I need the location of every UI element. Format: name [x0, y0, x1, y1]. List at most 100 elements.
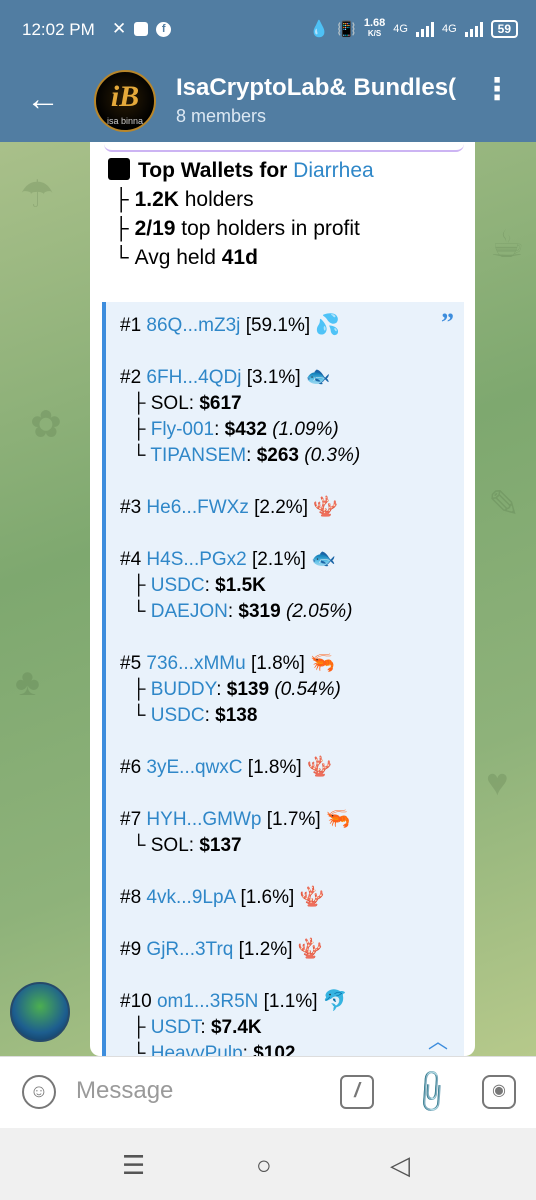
holding-token-link[interactable]: DAEJON: [151, 601, 228, 622]
wallet-tier-icon: 🪸: [299, 886, 325, 908]
token-logo-icon: [108, 158, 130, 180]
wallet-rank: #1: [120, 315, 142, 336]
wallet-address-link[interactable]: 736...xMMu: [146, 653, 245, 674]
holding-value: $139: [226, 679, 270, 700]
wallet-tier-icon: 🪸: [306, 756, 332, 778]
wallet-rank: #10: [120, 991, 152, 1012]
back-arrow-icon[interactable]: ←: [26, 82, 60, 116]
holding-row: └ TIPANSEM: $263 (0.3%): [132, 445, 361, 466]
wallpaper-doodle-icon: ♥: [486, 762, 509, 804]
holding-token-link[interactable]: USDT: [151, 1017, 201, 1038]
camera-icon[interactable]: ◉: [482, 1075, 516, 1109]
token-link[interactable]: Diarrhea: [293, 159, 374, 182]
holding-token-link[interactable]: HeavyPulp: [151, 1043, 243, 1056]
holding-row: ├ SOL: $617: [132, 393, 242, 414]
wallet-address-link[interactable]: 4vk...9LpA: [146, 887, 235, 908]
recents-icon[interactable]: ☰: [122, 1150, 145, 1181]
chat-area[interactable]: ☂ ✿ ♣ ☕ ✎ ♥ Top Wallets for Diarrhea ├ 1…: [0, 142, 536, 1056]
avatar-caption: isa binna: [106, 116, 144, 126]
holding-token: SOL: [150, 393, 189, 414]
tree-branch: └: [132, 1043, 146, 1056]
back-nav-icon[interactable]: ◁: [390, 1150, 410, 1181]
wallet-address-link[interactable]: 86Q...mZ3j: [146, 315, 240, 336]
wallet-rank: #7: [120, 809, 142, 830]
wallet-rank: #5: [120, 653, 142, 674]
holding-value: $319: [238, 601, 281, 622]
wallet-entry: #1 86Q...mZ3j [59.1%] 💦: [120, 312, 340, 339]
wallet-address-link[interactable]: He6...FWXz: [146, 497, 248, 518]
app-notification-icon: [134, 22, 149, 36]
profit-label: top holders in profit: [175, 217, 360, 240]
holding-value: $432: [224, 419, 267, 440]
attach-icon[interactable]: 📎: [405, 1067, 456, 1117]
emoji-icon[interactable]: ☺: [22, 1075, 56, 1109]
tree-branch: ├: [132, 1017, 146, 1038]
wallet-share: [59.1%]: [245, 315, 311, 336]
avg-value: 41d: [221, 246, 258, 269]
holding-token-link[interactable]: USDC: [151, 575, 205, 596]
holding-value: $1.5K: [215, 575, 266, 596]
wallet-share: [1.1%]: [263, 991, 318, 1012]
tree-branch: └: [132, 705, 146, 726]
home-icon[interactable]: ○: [256, 1150, 272, 1181]
wallet-share: [1.8%]: [250, 653, 305, 674]
group-avatar[interactable]: iB isa binna: [94, 70, 156, 132]
tree-branch: ├: [132, 679, 146, 700]
holding-value: $263: [256, 445, 299, 466]
more-menu-icon[interactable]: ⋮: [482, 75, 512, 105]
wallet-tier-icon: 🦐: [325, 808, 351, 830]
status-right: 💧 📳 1.68 K/S 4G 4G 59: [309, 18, 518, 39]
net2-label: 4G: [441, 22, 457, 35]
holding-pct: (0.54%): [274, 679, 341, 700]
tree-branch: └: [132, 835, 146, 856]
holding-token-link[interactable]: USDC: [151, 705, 205, 726]
wallet-address-link[interactable]: om1...3R5N: [157, 991, 258, 1012]
wallet-address-link[interactable]: GjR...3Trq: [146, 939, 233, 960]
wallet-address-link[interactable]: 3yE...qwxC: [146, 757, 242, 778]
wallet-entry: #4 H4S...PGx2 [2.1%] 🐟 ├ USDC: $1.5K └ DA…: [120, 546, 352, 625]
holding-token-link[interactable]: TIPANSEM: [150, 445, 246, 466]
tree-branch: ├: [132, 393, 146, 414]
wallet-address-link[interactable]: H4S...PGx2: [146, 549, 246, 570]
holding-token-link[interactable]: Fly-001: [151, 419, 214, 440]
wallpaper-doodle-icon: ✎: [488, 484, 520, 526]
tree-branch: ├: [132, 575, 146, 596]
wallet-address-link[interactable]: HYH...GMWp: [146, 809, 261, 830]
wallet-address-link[interactable]: 6FH...4QDj: [146, 367, 241, 388]
wallet-share: [2.2%]: [254, 497, 308, 518]
message-input[interactable]: Message: [76, 1077, 173, 1105]
sender-avatar[interactable]: [10, 982, 70, 1042]
wallet-row: #7 HYH...GMWp [1.7%] 🦐: [120, 806, 351, 833]
status-bar: 12:02 PM ✕ f 💧 📳 1.68 K/S 4G 4G 59: [0, 0, 536, 60]
wallet-rank: #9: [120, 939, 142, 960]
wallet-tier-icon: 🪸: [313, 496, 339, 518]
holding-row: ├ BUDDY: $139 (0.54%): [132, 679, 341, 700]
wallet-row: #5 736...xMMu [1.8%] 🦐: [120, 650, 341, 677]
facebook-icon: f: [156, 21, 172, 37]
previous-quote-edge: [104, 142, 464, 152]
wallet-rank: #3: [120, 497, 142, 518]
wallet-row: #1 86Q...mZ3j [59.1%] 💦: [120, 312, 340, 339]
chat-title[interactable]: IsaCryptoLab& Bundles(: [176, 74, 466, 102]
wallet-entry: #2 6FH...4QDj [3.1%] 🐟 ├ SOL: $617 ├ Fly-…: [120, 364, 360, 469]
holding-value: $617: [199, 393, 242, 414]
holding-row: └ USDC: $138: [132, 705, 258, 726]
wallet-row: #3 He6...FWXz [2.2%] 🪸: [120, 494, 338, 521]
holding-row: ├ USDC: $1.5K: [132, 575, 266, 596]
holding-token: SOL: [150, 835, 189, 856]
wallet-entry: #5 736...xMMu [1.8%] 🦐 ├ BUDDY: $139 (0.5…: [120, 650, 341, 729]
holding-token-link[interactable]: BUDDY: [151, 679, 216, 700]
holding-row: ├ USDT: $7.4K: [132, 1017, 262, 1038]
wallet-tier-icon: 🐟: [311, 548, 337, 570]
wallet-row: #2 6FH...4QDj [3.1%] 🐟: [120, 364, 360, 391]
holding-pct: (2.05%): [285, 601, 353, 622]
signal-1-icon: [415, 21, 434, 37]
wallet-row: #4 H4S...PGx2 [2.1%] 🐟: [120, 546, 352, 573]
bot-command-icon[interactable]: /: [340, 1075, 374, 1109]
wallet-tier-icon: 🪸: [297, 938, 323, 960]
wallet-share: [1.2%]: [238, 939, 293, 960]
collapse-chevron-icon[interactable]: ︿: [428, 1025, 448, 1054]
wallet-share: [1.6%]: [240, 887, 295, 908]
battery-indicator: 59: [490, 19, 518, 38]
wallpaper-doodle-icon: ☂: [20, 174, 55, 216]
